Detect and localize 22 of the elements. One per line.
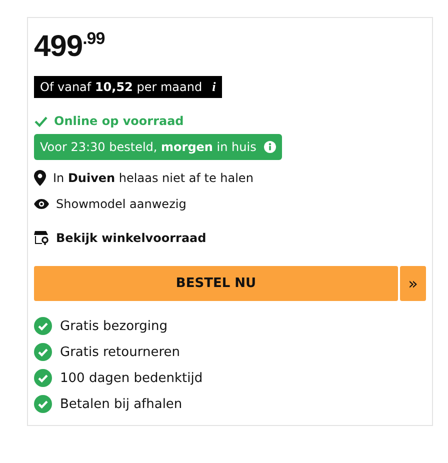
check-circle-icon xyxy=(34,395,52,413)
store-icon xyxy=(34,230,49,244)
financing-text: Of vanaf 10,52 per maand xyxy=(40,80,202,94)
delivery-text: Voor 23:30 besteld, morgen in huis xyxy=(40,140,256,154)
order-button[interactable]: BESTEL NU xyxy=(34,266,398,301)
benefit-text: 100 dagen bedenktijd xyxy=(60,370,203,386)
check-circle-icon xyxy=(34,317,52,335)
info-button[interactable]: i xyxy=(212,79,216,95)
price: 499$^{.99}$ xyxy=(34,30,106,64)
location-pin-icon xyxy=(34,170,46,186)
check-circle-icon xyxy=(34,343,52,361)
benefit-text: Gratis bezorging xyxy=(60,318,168,334)
store-stock-link[interactable]: Bekijk winkelvoorraad xyxy=(56,230,206,244)
benefit-text: Betalen bij afhalen xyxy=(60,396,182,412)
check-circle-icon xyxy=(34,369,52,387)
pickup-text: In Duiven helaas niet af te halen xyxy=(53,170,254,184)
stock-status: Online op voorraad xyxy=(54,114,184,128)
showmodel-text: Showmodel aanwezig xyxy=(56,196,186,210)
info-icon[interactable] xyxy=(264,141,276,153)
benefit-text: Gratis retourneren xyxy=(60,344,180,360)
eye-icon xyxy=(34,198,49,208)
more-button[interactable]: » xyxy=(400,266,426,301)
